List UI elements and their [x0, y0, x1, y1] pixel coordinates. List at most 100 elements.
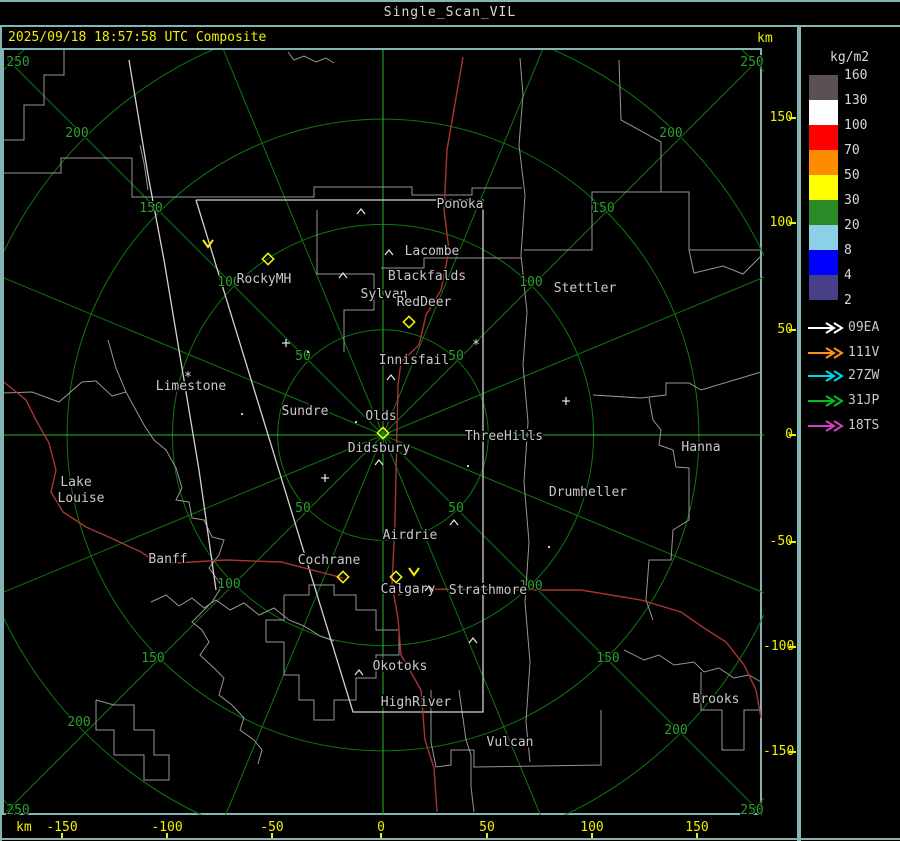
county-boundary: [95, 699, 170, 781]
town-label-highriver: HighRiver: [381, 695, 452, 710]
county-boundary: [194, 186, 522, 198]
county-boundary: [265, 584, 400, 721]
town-label-hanna: Hanna: [681, 440, 720, 455]
legend-swatch: [809, 175, 838, 200]
radar-site-id-label: 27ZW: [848, 368, 880, 383]
legend-threshold-label: 130: [844, 93, 868, 108]
town-label-olds: Olds: [365, 409, 396, 424]
dot-marker: [241, 413, 243, 415]
right-axis-unit-label: km: [757, 31, 773, 46]
ring-distance-label: 150: [591, 201, 614, 216]
radar-site-id-label: 111V: [848, 345, 880, 360]
town-label-lacombe: Lacombe: [405, 244, 460, 259]
town-label-blackfalds: Blackfalds: [388, 269, 466, 284]
town-label-cochrane: Cochrane: [298, 553, 361, 568]
town-label-okotoks: Okotoks: [373, 659, 428, 674]
town-label-rockymh: RockyMH: [237, 272, 292, 287]
legend-swatch: [809, 200, 838, 225]
radar-map-canvas[interactable]: 5010015020050100150200501001502005010015…: [4, 50, 764, 815]
county-boundary: [618, 59, 662, 192]
radar-track-arrow-icon: [808, 322, 844, 334]
ring-distance-label: 100: [519, 275, 542, 290]
peak-caret-marker: [354, 668, 364, 676]
dot-marker: [548, 546, 550, 548]
bottom-border: [0, 838, 900, 840]
legend-threshold-label: 2: [844, 293, 852, 308]
storm-cell-diamond-marker: [402, 315, 416, 329]
ring-distance-label: 150: [141, 651, 164, 666]
town-label-strathmore: Strathmore: [449, 583, 527, 598]
radial-line: [382, 434, 764, 594]
legend-threshold-label: 30: [844, 193, 860, 208]
peak-caret-marker: [386, 373, 396, 381]
town-label-lake: Lake: [60, 475, 91, 490]
radial-line: [225, 434, 384, 815]
bottom-axis-unit-label: km: [16, 820, 32, 835]
peak-caret-marker: [449, 518, 459, 526]
ring-distance-label: 50: [295, 501, 311, 516]
ring-distance-label: 200: [664, 723, 687, 738]
town-label-drumheller: Drumheller: [549, 485, 627, 500]
town-label-didsbury: Didsbury: [348, 441, 411, 456]
right-axis-tick-mark: [789, 329, 796, 331]
right-axis-tick-mark: [789, 434, 796, 436]
town-label-innisfail: Innisfail: [379, 353, 449, 368]
town-label-calgary: Calgary: [381, 582, 436, 597]
ring-distance-label: 250: [740, 55, 763, 70]
town-label-reddeer: RedDeer: [397, 295, 452, 310]
legend-threshold-label: 100: [844, 118, 868, 133]
county-boundary: [458, 689, 475, 813]
legend-unit-label: kg/m2: [830, 50, 870, 65]
scan-timestamp: 2025/09/18 18:57:58 UTC Composite: [8, 30, 267, 45]
map-layers: 5010015020050100150200501001502005010015…: [4, 50, 764, 815]
county-boundary: [623, 649, 762, 683]
asterisk-marker: *: [472, 338, 480, 353]
legend-swatch: [809, 125, 838, 150]
dot-marker: [355, 421, 357, 423]
county-boundary: [645, 397, 690, 621]
radar-app-window: Single_Scan_VIL 2025/09/18 18:57:58 UTC …: [0, 0, 900, 841]
peak-caret-marker: [384, 248, 394, 256]
window-title: Single_Scan_VIL: [383, 5, 517, 20]
dot-marker: [467, 465, 469, 467]
legend-threshold-label: 50: [844, 168, 860, 183]
ring-distance-label: 250: [6, 803, 29, 815]
county-boundary: [524, 191, 761, 251]
right-axis-tick-mark: [789, 541, 796, 543]
dot-marker: [307, 351, 309, 353]
right-axis-tick-mark: [789, 222, 796, 224]
town-label-ponoka: Ponoka: [437, 197, 484, 212]
town-label-brooks: Brooks: [693, 692, 740, 707]
town-label-louise: Louise: [58, 491, 105, 506]
legend-threshold-label: 20: [844, 218, 860, 233]
legend-divider: [797, 27, 801, 841]
storm-direction-chevron-marker: [408, 567, 420, 577]
ring-distance-label: 100: [217, 577, 240, 592]
county-boundary: [4, 380, 127, 403]
right-axis-tick-mark: [789, 646, 796, 648]
radar-track-arrow-icon: [808, 347, 844, 359]
ring-distance-label: 250: [740, 803, 763, 815]
radar-site-id-label: 18TS: [848, 418, 880, 433]
town-label-threehills: ThreeHills: [465, 429, 543, 444]
right-axis-tick-mark: [789, 117, 796, 119]
legend-threshold-label: 4: [844, 268, 852, 283]
legend-swatch: [809, 250, 838, 275]
legend-threshold-label: 8: [844, 243, 852, 258]
town-label-banff: Banff: [148, 552, 187, 567]
legend-threshold-label: 70: [844, 143, 860, 158]
county-boundary: [518, 57, 531, 763]
county-boundary: [287, 51, 335, 64]
ring-distance-label: 200: [67, 715, 90, 730]
radar-site-id-label: 31JP: [848, 393, 880, 408]
radial-line: [382, 276, 764, 436]
town-label-stettler: Stettler: [554, 281, 617, 296]
legend-swatch: [809, 150, 838, 175]
county-boundary: [700, 672, 761, 751]
plus-marker: [321, 474, 329, 482]
radar-track-arrow-icon: [808, 395, 844, 407]
right-axis-tick-mark: [789, 751, 796, 753]
town-label-sundre: Sundre: [282, 404, 329, 419]
radial-line: [222, 50, 384, 436]
ring-distance-label: 150: [596, 651, 619, 666]
